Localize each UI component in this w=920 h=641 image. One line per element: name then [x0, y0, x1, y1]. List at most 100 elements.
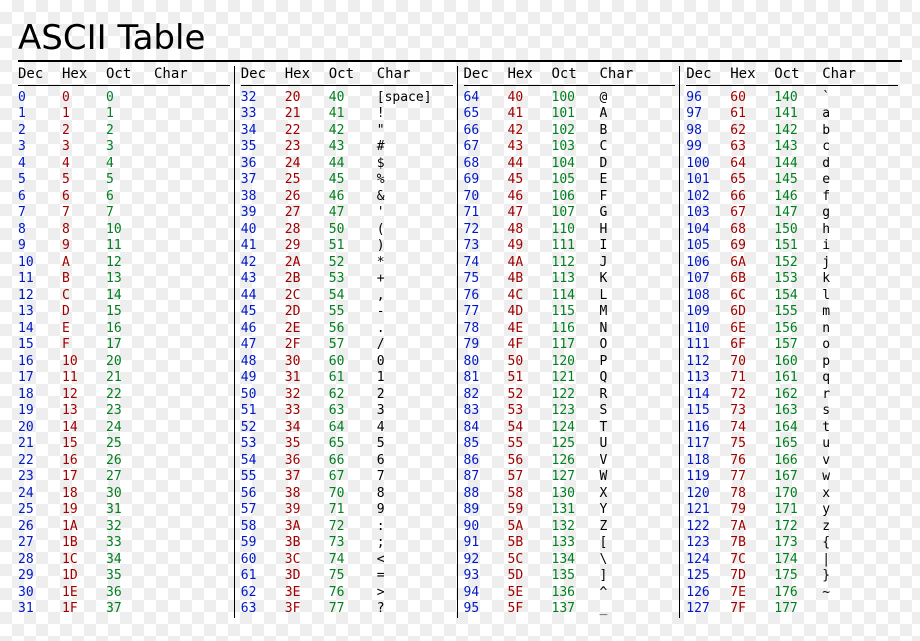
- table-row: 11674164t: [686, 420, 898, 437]
- cell-oct: 102: [552, 123, 600, 140]
- cell-dec: 46: [241, 321, 285, 338]
- cell-char: Q: [600, 370, 660, 387]
- cell-char: 2: [377, 387, 437, 404]
- cell-dec: 88: [464, 486, 508, 503]
- cell-hex: 36: [285, 453, 329, 470]
- table-row: 8959131Y: [464, 502, 676, 519]
- header-hex: Hex: [730, 66, 774, 83]
- cell-oct: 152: [774, 255, 822, 272]
- cell-dec: 37: [241, 172, 285, 189]
- cell-dec: 98: [686, 123, 730, 140]
- table-row: 8151121Q: [464, 370, 676, 387]
- cell-oct: 11: [106, 238, 154, 255]
- table-row: 231727: [18, 469, 230, 486]
- cell-hex: 79: [730, 502, 774, 519]
- cell-dec: 115: [686, 403, 730, 420]
- cell-hex: 2B: [285, 271, 329, 288]
- table-row: 623E76>: [241, 585, 453, 602]
- table-row: 432B53+: [241, 271, 453, 288]
- cell-hex: 66: [730, 189, 774, 206]
- cell-char: j: [822, 255, 882, 272]
- cell-char: _: [600, 601, 660, 618]
- cell-oct: 142: [774, 123, 822, 140]
- table-row: 12078170x: [686, 486, 898, 503]
- cell-dec: 58: [241, 519, 285, 536]
- cell-dec: 52: [241, 420, 285, 437]
- cell-dec: 51: [241, 403, 285, 420]
- cell-dec: 23: [18, 469, 62, 486]
- cell-oct: 63: [329, 403, 377, 420]
- cell-hex: 6F: [730, 337, 774, 354]
- table-row: 7349111I: [464, 238, 676, 255]
- cell-oct: 21: [106, 370, 154, 387]
- cell-char: W: [600, 469, 660, 486]
- header-oct: Oct: [329, 66, 377, 83]
- cell-oct: 176: [774, 585, 822, 602]
- table-row: 945E136^: [464, 585, 676, 602]
- cell-dec: 112: [686, 354, 730, 371]
- cell-hex: 53: [508, 403, 552, 420]
- cell-dec: 20: [18, 420, 62, 437]
- table-row: 462E56.: [241, 321, 453, 338]
- table-row: 7248110H: [464, 222, 676, 239]
- cell-hex: 30: [285, 354, 329, 371]
- cell-dec: 78: [464, 321, 508, 338]
- cell-hex: 32: [285, 387, 329, 404]
- cell-dec: 125: [686, 568, 730, 585]
- cell-oct: 22: [106, 387, 154, 404]
- cell-dec: 47: [241, 337, 285, 354]
- cell-dec: 126: [686, 585, 730, 602]
- cell-hex: 0: [62, 90, 106, 107]
- cell-char: [154, 552, 214, 569]
- header-hex: Hex: [285, 66, 329, 83]
- cell-char: l: [822, 288, 882, 305]
- cell-hex: 5B: [508, 535, 552, 552]
- cell-char: =: [377, 568, 437, 585]
- table-row: 9911: [18, 238, 230, 255]
- table-row: 915B133[: [464, 535, 676, 552]
- cell-hex: 29: [285, 238, 329, 255]
- cell-hex: 37: [285, 469, 329, 486]
- cell-oct: 51: [329, 238, 377, 255]
- cell-oct: 5: [106, 172, 154, 189]
- cell-dec: 109: [686, 304, 730, 321]
- cell-char: [154, 172, 214, 189]
- cell-oct: 4: [106, 156, 154, 173]
- cell-char: y: [822, 502, 882, 519]
- cell-oct: 134: [552, 552, 600, 569]
- cell-char: x: [822, 486, 882, 503]
- cell-oct: 147: [774, 205, 822, 222]
- cell-oct: 123: [552, 403, 600, 420]
- cell-char: [154, 189, 214, 206]
- cell-dec: 5: [18, 172, 62, 189]
- cell-dec: 72: [464, 222, 508, 239]
- cell-dec: 99: [686, 139, 730, 156]
- cell-oct: 162: [774, 387, 822, 404]
- cell-dec: 3: [18, 139, 62, 156]
- table-row: 10A12: [18, 255, 230, 272]
- cell-char: m: [822, 304, 882, 321]
- cell-dec: 0: [18, 90, 62, 107]
- cell-char: B: [600, 123, 660, 140]
- table-row: 7147107G: [464, 205, 676, 222]
- table-row: 11472162r: [686, 387, 898, 404]
- cell-hex: E: [62, 321, 106, 338]
- cell-oct: 124: [552, 420, 600, 437]
- cell-hex: 5E: [508, 585, 552, 602]
- cell-char: i: [822, 238, 882, 255]
- table-row: 5638708: [241, 486, 453, 503]
- table-row: 1086C154l: [686, 288, 898, 305]
- cell-hex: 21: [285, 106, 329, 123]
- cell-dec: 31: [18, 601, 62, 618]
- cell-hex: 40: [508, 90, 552, 107]
- table-row: 11775165u: [686, 436, 898, 453]
- cell-hex: 18: [62, 486, 106, 503]
- header-char: Char: [822, 66, 882, 83]
- cell-hex: 42: [508, 123, 552, 140]
- cell-dec: 48: [241, 354, 285, 371]
- cell-char: 4: [377, 420, 437, 437]
- cell-hex: 6B: [730, 271, 774, 288]
- cell-oct: 60: [329, 354, 377, 371]
- cell-char: 6: [377, 453, 437, 470]
- cell-char: /: [377, 337, 437, 354]
